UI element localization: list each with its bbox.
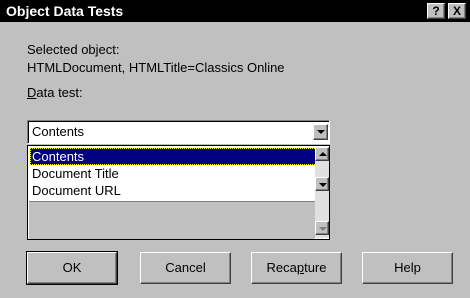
data-test-dropdown-list[interactable]: Contents Document Title Document URL — [27, 145, 330, 240]
scrollbar[interactable] — [315, 147, 329, 238]
data-test-label-rest: ata test: — [36, 85, 83, 100]
chevron-up-icon — [319, 152, 327, 156]
recapture-button[interactable]: Recapture — [251, 252, 342, 284]
chevron-down-icon — [319, 183, 327, 187]
data-test-combobox[interactable]: Contents — [27, 120, 330, 144]
scroll-down-button[interactable] — [315, 177, 329, 191]
selected-object-value: HTMLDocument, HTMLTitle=Classics Online — [27, 60, 285, 75]
recapture-label-prefix: Reca — [266, 260, 297, 275]
list-item[interactable]: Document URL — [30, 182, 317, 199]
dropdown-arrow-button[interactable] — [313, 124, 328, 140]
list-item[interactable]: Contents — [30, 148, 317, 165]
selected-object-label: Selected object: — [27, 42, 120, 57]
help-button[interactable]: Help — [362, 252, 453, 284]
data-test-selected-value: Contents — [32, 124, 85, 139]
close-icon[interactable]: X — [448, 3, 466, 19]
chevron-down-icon — [319, 227, 327, 231]
help-icon[interactable]: ? — [427, 3, 445, 19]
ok-button[interactable]: OK — [26, 251, 118, 285]
list-item[interactable]: Document Title — [30, 165, 317, 182]
data-test-label: Data test: — [27, 85, 83, 100]
scroll-down-button-disabled — [315, 221, 329, 235]
list-empty-area — [29, 201, 315, 239]
cancel-button[interactable]: Cancel — [140, 252, 231, 284]
chevron-down-icon — [317, 130, 325, 134]
scroll-up-button[interactable] — [315, 147, 329, 161]
data-test-label-hotkey: D — [27, 85, 37, 100]
recapture-label-rest: ture — [304, 260, 327, 275]
window-title: Object Data Tests — [6, 3, 124, 19]
object-data-tests-dialog: Object Data Tests ? X Selected object: H… — [0, 0, 470, 298]
title-bar[interactable]: Object Data Tests ? X — [0, 0, 470, 22]
recapture-label-hotkey: p — [296, 260, 305, 275]
